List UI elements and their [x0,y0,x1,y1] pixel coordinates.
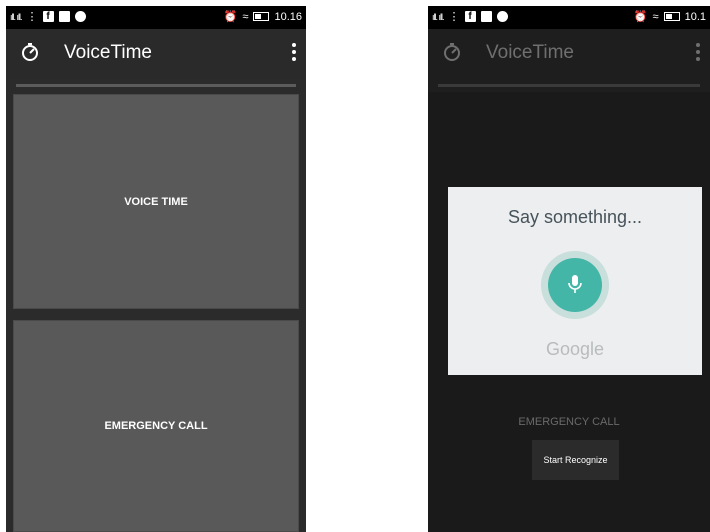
signal-icon: ıll. ıll. [10,11,22,22]
battery-icon [253,12,270,21]
alarm-icon: ⏰ [633,11,648,23]
phone-screen-right: ıll. ıll. ⋮ f ⏰ ≈ 10.1 VoiceTime EMERGEN… [428,6,710,532]
status-bar: ıll. ıll. ⋮ f ⏰ ≈ 10.1 [428,6,710,29]
stopwatch-icon [444,43,460,61]
mic-button[interactable] [541,251,609,319]
phone-screen-left: ıll. ıll. ⋮ f ⏰ ≈ 10.16 VoiceTime VOICE … [6,6,306,532]
speech-dialog: Say something... Google [448,187,702,375]
status-icons-left: ıll. ıll. ⋮ f [432,10,508,23]
progress-bar [438,84,700,87]
start-recognize-button[interactable]: Start Recognize [532,440,619,480]
app-bar: VoiceTime [6,29,306,79]
app-title: VoiceTime [486,42,574,63]
alarm-icon: ⏰ [223,11,238,23]
wifi-icon: ≈ [242,10,249,23]
emergency-call-button[interactable]: EMERGENCY CALL [13,320,299,532]
voice-time-button[interactable]: VOICE TIME [13,94,299,309]
chat-icon [74,11,86,22]
status-icons-right: ⏰ ≈ 10.16 [223,10,302,24]
more-icon: ⋮ [448,11,460,23]
status-icons-left: ıll. ıll. ⋮ f [10,10,86,23]
status-bar: ıll. ıll. ⋮ f ⏰ ≈ 10.16 [6,6,306,29]
battery-icon [663,12,680,21]
progress-bar [16,84,296,87]
more-icon: ⋮ [26,11,38,23]
microphone-icon [568,275,582,293]
dialog-prompt: Say something... [507,207,643,227]
status-time: 10.16 [274,10,302,23]
stopwatch-icon [22,43,38,61]
mic-circle [548,258,602,312]
facebook-icon: f [42,11,54,22]
overflow-menu-icon[interactable] [696,43,700,61]
facebook-icon: f [464,11,476,22]
notification-icon [480,11,492,22]
status-icons-right: ⏰ ≈ 10.1 [633,10,706,24]
signal-icon: ıll. ıll. [432,11,444,22]
wifi-icon: ≈ [652,10,659,23]
status-time: 10.1 [684,10,706,23]
app-bar: VoiceTime [428,29,710,79]
overflow-menu-icon[interactable] [292,43,296,61]
notification-icon [58,11,70,22]
app-title: VoiceTime [64,42,152,63]
chat-icon [496,11,508,22]
google-logo: Google [545,339,605,359]
emergency-call-label: EMERGENCY CALL [518,416,620,428]
